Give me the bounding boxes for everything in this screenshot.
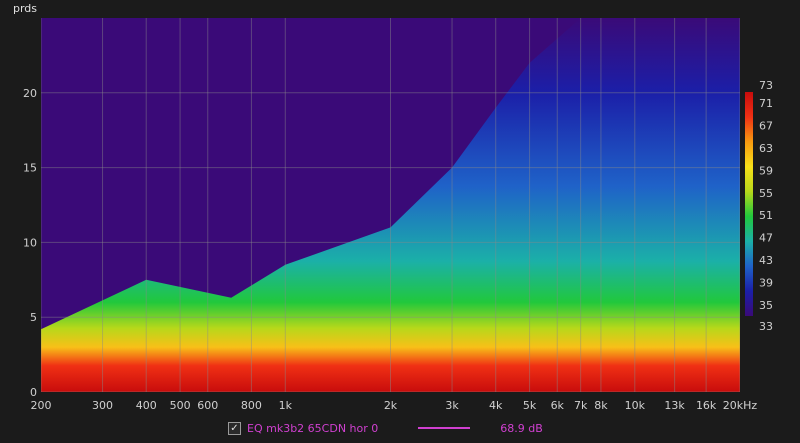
y-axis-label: prds [13,2,37,15]
colorbar-tick-label: 47 [759,232,773,245]
x-tick-label: 600 [197,399,218,412]
colorbar-tick-label: 43 [759,254,773,267]
y-tick-label: 10 [23,236,37,249]
y-tick-label: 0 [30,386,37,399]
legend: ✓ EQ mk3b2 65CDN hor 0 68.9 dB [228,420,543,436]
series-level: 68.9 dB [500,421,543,435]
colorbar-tick-label: 63 [759,142,773,155]
colorbar-tick-label: 73 [759,79,773,92]
colorbar-tick-label: 71 [759,97,773,110]
x-tick-label: 20kHz [723,399,758,412]
colorbar-tick-label: 67 [759,120,773,133]
colorbar-tick-label: 39 [759,276,773,289]
x-tick-label: 2k [384,399,398,412]
x-tick-label: 13k [664,399,685,412]
spectrogram-chart: prds 200 300 400 500 600 800 1k 2k 3k 4k 5k 6k 7k 8k 1… [13,2,773,412]
x-axis-ticks: 200 300 400 500 600 800 1k 2k 3k 4k 5k 6k 7k 8k 10k 13k… [31,399,758,412]
series-name: EQ mk3b2 65CDN hor 0 [247,421,379,435]
x-tick-label: 4k [489,399,503,412]
x-tick-label: 300 [92,399,113,412]
x-tick-label: 16k [696,399,717,412]
colorbar-tick-label: 55 [759,187,773,200]
x-tick-label: 3k [445,399,459,412]
series-checkbox[interactable]: ✓ [228,421,241,435]
colorbar-tick-label: 59 [759,164,773,177]
grid-lines [41,18,740,392]
x-tick-label: 8k [594,399,608,412]
colorbar-tick-label: 51 [759,209,773,222]
x-tick-label: 800 [241,399,262,412]
x-tick-label: 1k [279,399,293,412]
x-tick-label: 200 [31,399,52,412]
colorbar-tick-label: 35 [759,299,773,312]
x-tick-label: 500 [170,399,191,412]
x-tick-label: 6k [551,399,565,412]
y-tick-label: 20 [23,87,37,100]
colorbar-ticks: 73 71 67 63 59 55 51 47 43 39 35 33 [759,79,773,333]
series-line-swatch [418,427,471,429]
x-tick-label: 7k [574,399,588,412]
x-tick-label: 400 [136,399,157,412]
y-axis-ticks: 0 5 10 15 20 [23,87,37,399]
x-tick-label: 5k [523,399,537,412]
y-tick-label: 5 [30,311,37,324]
colorbar [745,92,753,316]
y-tick-label: 15 [23,162,37,175]
colorbar-tick-label: 33 [759,320,773,333]
x-tick-label: 10k [625,399,646,412]
